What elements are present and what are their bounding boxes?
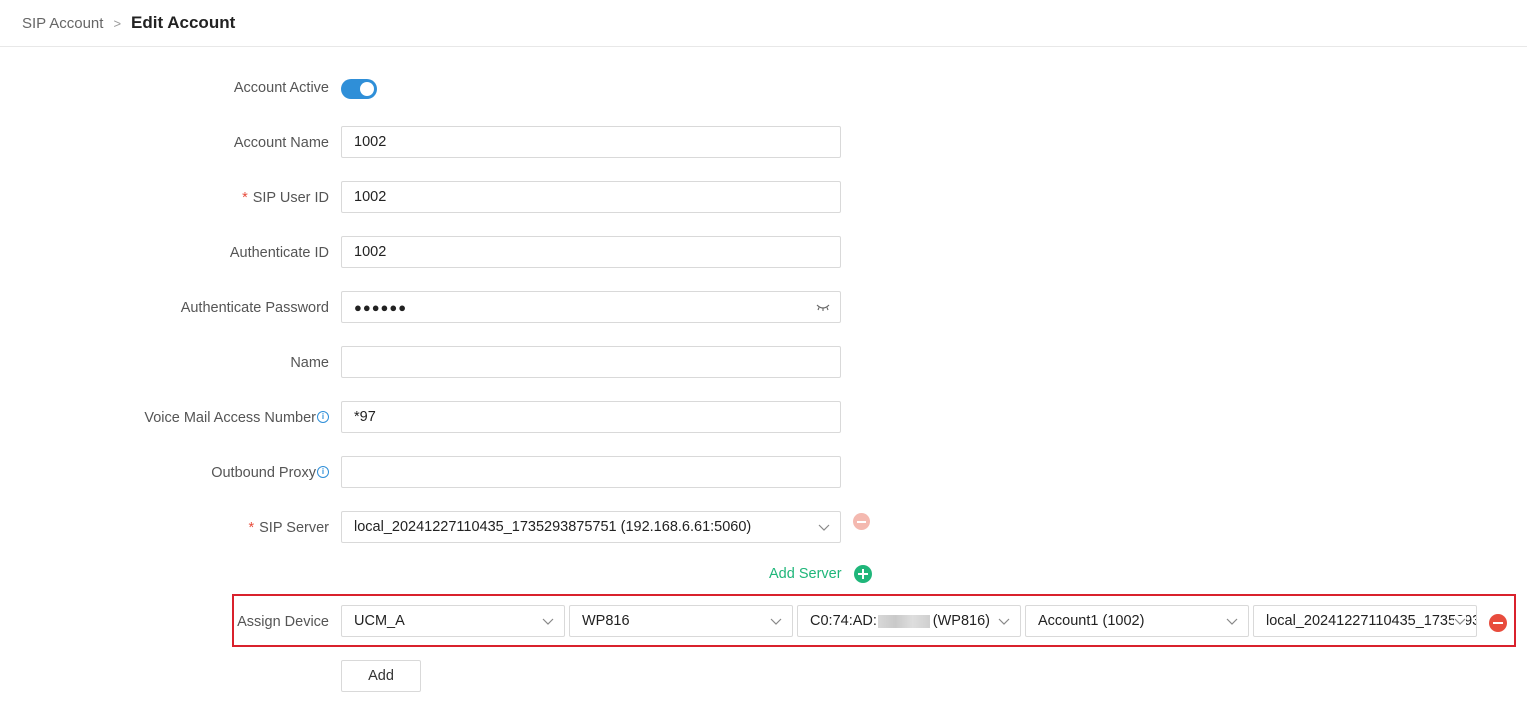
redacted-mac-block: [877, 614, 930, 628]
authenticate-id-input[interactable]: 1002: [341, 236, 841, 268]
breadcrumb-separator: >: [113, 15, 122, 31]
assign-device-server-value: local_20241227110435_1735293875751: [1266, 613, 1476, 629]
voice-mail-access-number-label: Voice Mail Access Number i: [144, 408, 329, 428]
chevron-down-icon: [818, 524, 830, 531]
voice-mail-access-number-label-text: Voice Mail Access Number: [144, 410, 316, 426]
info-icon[interactable]: i: [317, 411, 329, 424]
sip-server-label: * SIP Server: [248, 518, 329, 538]
name-input[interactable]: [341, 346, 841, 378]
authenticate-id-value: 1002: [354, 244, 387, 260]
remove-server-icon[interactable]: [853, 513, 870, 530]
sip-server-select[interactable]: local_20241227110435_1735293875751 (192.…: [341, 511, 841, 543]
sip-user-id-value: 1002: [354, 189, 387, 205]
voice-mail-access-number-value: *97: [354, 409, 376, 425]
breadcrumb-sip-account-link[interactable]: SIP Account: [22, 15, 103, 32]
account-active-toggle[interactable]: [341, 79, 377, 99]
assign-device-mac-prefix: C0:74:AD:: [810, 613, 877, 629]
account-name-input[interactable]: 1002: [341, 126, 841, 158]
remove-device-icon[interactable]: [1489, 614, 1507, 632]
add-server-label: Add Server: [769, 566, 842, 582]
authenticate-password-label: Authenticate Password: [181, 298, 329, 318]
outbound-proxy-input[interactable]: [341, 456, 841, 488]
authenticate-id-label: Authenticate ID: [230, 243, 329, 263]
plus-circle-icon: [853, 565, 872, 583]
assign-device-account-value: Account1 (1002): [1038, 613, 1145, 629]
eye-closed-icon[interactable]: [816, 301, 830, 313]
account-name-value: 1002: [354, 134, 387, 150]
assign-device-label: Assign Device: [237, 612, 329, 632]
sip-server-label-text: SIP Server: [259, 520, 329, 536]
assign-device-ucm-select[interactable]: UCM_A: [341, 605, 565, 637]
outbound-proxy-label-text: Outbound Proxy: [211, 465, 316, 481]
chevron-down-icon: [1226, 618, 1238, 625]
account-name-label: Account Name: [234, 133, 329, 153]
name-label: Name: [290, 353, 329, 373]
voice-mail-access-number-input[interactable]: *97: [341, 401, 841, 433]
authenticate-id-label-text: Authenticate ID: [229, 245, 329, 261]
outbound-proxy-label: Outbound Proxy i: [211, 463, 329, 483]
sip-user-id-input[interactable]: 1002: [341, 181, 841, 213]
sip-user-id-label-text: SIP User ID: [252, 190, 329, 206]
required-star: *: [248, 520, 255, 536]
assign-device-model-select[interactable]: WP816: [569, 605, 793, 637]
add-device-button[interactable]: Add: [341, 660, 421, 692]
breadcrumb: SIP Account > Edit Account: [22, 0, 235, 46]
name-label-text: Name: [290, 355, 329, 371]
account-name-label-text: Account Name: [233, 135, 329, 151]
assign-device-ucm-value: UCM_A: [354, 613, 405, 629]
edit-account-page: SIP Account > Edit Account Account Activ…: [0, 0, 1527, 717]
chevron-down-icon: [542, 618, 554, 625]
authenticate-password-value: ●●●●●●: [354, 299, 408, 315]
toggle-knob: [360, 82, 374, 96]
account-active-label-text: Account Active: [233, 80, 329, 96]
assign-device-label-text: Assign Device: [237, 614, 329, 630]
sip-server-value: local_20241227110435_1735293875751 (192.…: [354, 519, 752, 535]
authenticate-password-label-text: Authenticate Password: [180, 300, 329, 316]
chevron-down-icon: [998, 618, 1010, 625]
assign-device-mac-select[interactable]: C0:74:AD: (WP816): [797, 605, 1021, 637]
authenticate-password-input[interactable]: ●●●●●●: [341, 291, 841, 323]
page-title: Edit Account: [131, 13, 236, 32]
account-active-label: Account Active: [234, 78, 329, 98]
chevron-down-icon: [770, 618, 782, 625]
sip-user-id-label: * SIP User ID: [242, 188, 329, 208]
assign-device-mac-suffix: (WP816): [932, 613, 990, 629]
assign-device-server-select[interactable]: local_20241227110435_1735293875751: [1253, 605, 1477, 637]
assign-device-account-select[interactable]: Account1 (1002): [1025, 605, 1249, 637]
info-icon[interactable]: i: [317, 466, 329, 479]
add-server-button[interactable]: Add Server: [769, 564, 872, 584]
header-divider: [0, 46, 1527, 47]
assign-device-model-value: WP816: [582, 613, 630, 629]
required-star: *: [242, 190, 248, 206]
chevron-down-icon: [1454, 616, 1466, 626]
